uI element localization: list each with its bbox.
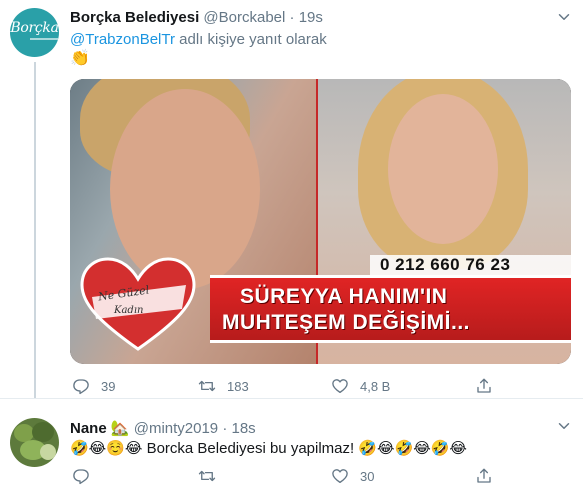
media-face-right: [388, 94, 498, 244]
media-phone-number: 0 212 660 76 23: [380, 255, 511, 274]
tweet-header: Borçka Belediyesi @Borckabel · 19s: [70, 9, 323, 26]
retweet-icon: [198, 380, 216, 392]
chevron-down-icon: [558, 14, 570, 20]
share-button[interactable]: [475, 466, 493, 486]
reply-count: 39: [101, 378, 116, 394]
chevron-down-icon: [558, 423, 570, 429]
share-icon: [477, 378, 491, 393]
timestamp[interactable]: 19s: [299, 9, 323, 26]
avatar[interactable]: Borçka: [10, 8, 59, 57]
separator-dot: ·: [222, 420, 228, 437]
avatar[interactable]: [10, 418, 59, 467]
retweet-count: 183: [227, 378, 249, 394]
reply-button[interactable]: 39: [72, 376, 115, 396]
tweet-header: Nane 🏡 @minty2019 · 18s: [70, 419, 256, 437]
retweet-button[interactable]: [198, 466, 227, 486]
share-button[interactable]: [475, 376, 493, 396]
more-icon[interactable]: [555, 417, 573, 439]
tweet-text: 🤣😂☺️😂 Borcka Belediyesi bu yapilmaz! 🤣😂🤣…: [70, 440, 467, 457]
author-handle[interactable]: @Borckabel: [203, 9, 285, 26]
avatar-logo-text: Borçka: [10, 20, 59, 36]
heart-icon: [332, 379, 348, 394]
tweet-text: 👏: [70, 50, 90, 67]
author-name-emoji: 🏡: [110, 420, 130, 437]
like-count: 4,8 B: [360, 378, 391, 394]
retweet-button[interactable]: 183: [198, 376, 249, 396]
media-banner-line1: SÜREYYA HANIM'IN: [240, 285, 448, 308]
avatar-leaf: [32, 422, 54, 442]
author-name[interactable]: Borçka Belediyesi: [70, 9, 199, 26]
tweet-nane[interactable]: Nane 🏡 @minty2019 · 18s 🤣😂☺️😂 Borcka Bel…: [0, 398, 583, 492]
like-button[interactable]: 4,8 B: [331, 376, 390, 396]
thread-line: [34, 62, 36, 398]
reply-context: @TrabzonBelTr adlı kişiye yanıt olarak: [70, 31, 327, 48]
author-handle[interactable]: @minty2019: [134, 420, 218, 437]
reply-icon: [73, 469, 89, 485]
more-icon[interactable]: [555, 8, 573, 30]
tweet-actions: 30: [70, 466, 510, 486]
tweet-actions: 39 183 4,8 B: [70, 376, 510, 396]
like-count: 30: [360, 468, 375, 484]
reply-mention-link[interactable]: @TrabzonBelTr: [70, 31, 175, 48]
share-icon: [477, 468, 491, 483]
media-banner-line2: MUHTEŞEM DEĞİŞİMİ...: [222, 311, 471, 334]
reply-icon: [73, 379, 89, 395]
reply-context-text: adlı kişiye yanıt olarak: [174, 31, 327, 48]
heart-icon: [332, 469, 348, 484]
tweet-borcka[interactable]: Borçka Borçka Belediyesi @Borckabel · 19…: [0, 0, 583, 398]
heart-logo-text2: Kadın: [114, 305, 144, 316]
separator-dot: ·: [289, 9, 295, 26]
avatar-logo-underline: [30, 38, 58, 40]
reply-button[interactable]: [72, 466, 101, 486]
retweet-icon: [198, 470, 216, 482]
like-button[interactable]: 30: [331, 466, 374, 486]
avatar-leaf: [40, 444, 56, 460]
timestamp[interactable]: 18s: [232, 420, 256, 437]
tweet-media-image[interactable]: 0 212 660 76 23 SÜREYYA HANIM'IN MUHTEŞE…: [70, 79, 571, 364]
author-name[interactable]: Nane: [70, 420, 107, 437]
